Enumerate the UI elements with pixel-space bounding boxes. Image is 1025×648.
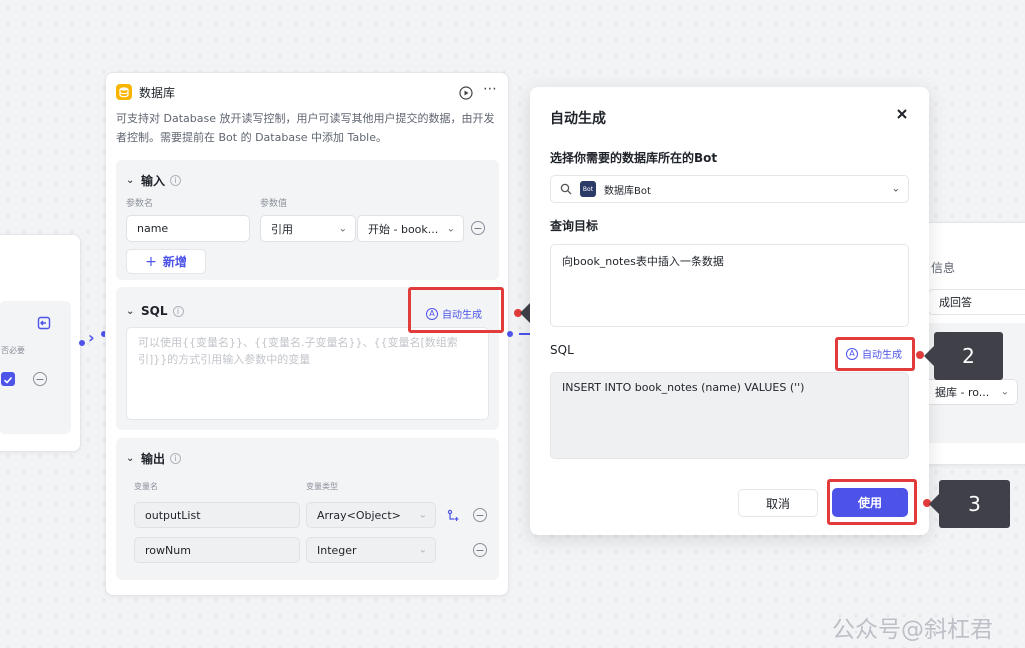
sql-section-header[interactable]: ⌄ SQL i [126,304,184,318]
chevron-down-icon: ⌄ [338,223,347,234]
highlight-box-3 [827,479,917,525]
input-section-header[interactable]: ⌄ 输入 i [126,172,182,189]
info-label: 信息 [931,261,956,275]
auto-generate-modal: 自动生成 选择你需要的数据库所在的Bot Bot 数据库Bot ⌄ 查询目标 向… [530,87,929,535]
sql-title: SQL [141,304,168,318]
close-icon[interactable] [894,106,910,122]
ref-type-value: 引用 [271,222,293,236]
query-target-value: 向book_notes表中插入一条数据 [562,255,724,268]
sql-output-textarea[interactable]: INSERT INTO book_notes (name) VALUES (''… [550,372,909,459]
highlight-box-2 [835,337,915,371]
callout-2: 2 [934,332,1003,380]
plus-icon: + [145,253,157,270]
output-section: ⌄ 输出 i 变量名 变量类型 outputList Array<Object>… [116,438,499,580]
bot-select[interactable]: Bot 数据库Bot ⌄ [550,175,909,203]
ref-value-select[interactable]: 开始 - book... ⌄ [357,215,464,242]
run-icon[interactable] [459,85,473,100]
modal-title: 自动生成 [550,111,606,127]
output-type-select: Array<Object> ⌄ [306,502,436,528]
info-icon: i [170,175,182,186]
var-type-header: 变量类型 [306,482,338,491]
ref-value-text: 开始 - book... [368,222,439,236]
node-title: 数据库 [139,86,176,100]
bot-select-label: 选择你需要的数据库所在的Bot [550,151,718,165]
param-name-value: name [137,222,169,235]
input-title: 输入 [141,174,166,188]
chevron-down-icon: ⌄ [1000,386,1009,398]
param-name-input[interactable]: name [126,215,250,242]
chevron-down-icon: ⌄ [126,175,135,186]
exit-icon[interactable] [37,315,51,330]
connector-dot [79,340,85,346]
bot-select-value: 数据库Bot [604,185,651,197]
remove-output-icon[interactable]: − [473,508,487,522]
output-title: 输出 [141,452,166,466]
sql-editor-placeholder: 可以使用{{变量名}}、{{变量名.子变量名}}、{{变量名[数组索引]}}的方… [138,336,458,366]
add-param-label: 新增 [162,255,187,269]
remove-output-icon[interactable]: − [473,543,487,557]
bot-avatar-text: Bot [582,185,594,193]
required-label: 否必要 [1,346,25,355]
remove-icon[interactable]: − [33,372,47,386]
callout-3: 3 [939,480,1010,528]
required-checkbox[interactable] [1,372,15,386]
output-type-value: Integer [317,543,357,557]
query-target-label: 查询目标 [550,219,599,233]
output-name-value: rowNum [145,543,191,557]
info-icon: i [172,305,184,317]
chevron-down-icon: ⌄ [126,305,135,317]
add-param-button[interactable]: + 新增 [126,249,206,274]
connector-arrow-icon: › [88,328,95,347]
database-node-card[interactable]: 数据库 ⋯ 可支持对 Database 放开读写控制，用户可读写其他用户提交的数… [105,72,509,596]
sql-output-value: INSERT INTO book_notes (name) VALUES (''… [562,381,805,394]
node-description: 可支持对 Database 放开读写控制，用户可读写其他用户提交的数据，由开发者… [116,112,495,144]
chevron-down-icon: ⌄ [126,453,135,464]
sql-editor[interactable]: 可以使用{{变量名}}、{{变量名.子变量名}}、{{变量名[数组索引]}}的方… [126,327,489,420]
callout-3-number: 3 [968,492,981,516]
watermark: 公众号@斜杠君 [832,617,993,643]
cancel-label: 取消 [765,496,790,511]
callout-2-number: 2 [962,344,975,368]
chevron-down-icon: ⌄ [446,223,455,234]
sql-label: SQL [550,343,574,357]
output-type-value: Array<Object> [317,508,401,522]
info-icon: i [170,453,182,464]
output-name-value: outputList [145,508,201,522]
bot-avatar-icon: Bot [580,181,596,197]
connector-dot [507,331,513,337]
more-icon[interactable]: ⋯ [483,81,498,97]
chevron-down-icon: ⌄ [418,544,427,556]
chevron-down-icon: ⌄ [418,509,427,521]
search-icon [560,183,572,195]
sub-field-icon[interactable] [446,508,460,522]
db-select[interactable]: 据库 - ro... ⌄ [924,379,1018,405]
left-node-section: 否必要 − [0,301,71,434]
param-value-header: 参数值 [260,199,288,209]
param-name-header: 参数名 [126,199,154,209]
db-select-value: 据库 - ro... [935,386,990,399]
output-name-field: rowNum [134,537,300,563]
output-name-field: outputList [134,502,300,528]
var-name-header: 变量名 [134,482,158,491]
output-type-select: Integer ⌄ [306,537,436,563]
answer-field[interactable]: 成回答 [928,289,1025,315]
answer-value: 成回答 [939,296,972,309]
chevron-down-icon: ⌄ [891,183,900,195]
highlight-box-1 [408,287,504,333]
input-section: ⌄ 输入 i 参数名 参数值 name 引用 ⌄ 开始 - book... ⌄ … [116,160,499,280]
output-section-header[interactable]: ⌄ 输出 i [126,450,182,467]
cancel-button[interactable]: 取消 [738,489,818,517]
ref-type-select[interactable]: 引用 ⌄ [260,215,356,242]
database-icon [116,84,132,100]
remove-param-icon[interactable]: − [471,221,485,235]
callout-dot-2 [916,351,924,359]
query-target-textarea[interactable]: 向book_notes表中插入一条数据 [550,244,909,327]
left-node-card: 否必要 − [0,234,81,452]
